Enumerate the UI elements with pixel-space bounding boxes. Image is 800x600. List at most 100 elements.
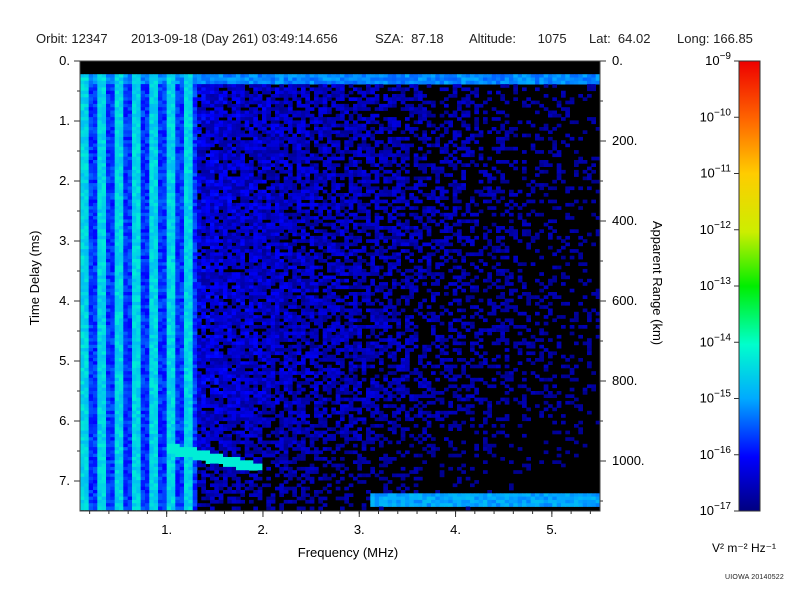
heatmap-cell <box>158 90 163 95</box>
heatmap-cell <box>223 143 228 148</box>
heatmap-cell <box>119 341 124 346</box>
heatmap-cell <box>127 245 133 250</box>
heatmap-cell <box>123 315 128 319</box>
heatmap-cell <box>93 453 98 458</box>
heatmap-cell <box>162 226 167 230</box>
heatmap-cell <box>175 222 180 227</box>
heatmap-cell <box>179 450 185 455</box>
heatmap-cell <box>175 414 180 418</box>
heatmap-cell <box>244 206 250 210</box>
heatmap-cell <box>227 117 232 121</box>
heatmap-cell <box>188 321 193 326</box>
heatmap-cell <box>114 103 120 108</box>
heatmap-cell <box>210 169 215 174</box>
heatmap-cell <box>218 364 224 369</box>
heatmap-cell <box>214 486 219 491</box>
heatmap-cell <box>93 163 98 167</box>
heatmap-cell <box>179 473 185 478</box>
heatmap-cell <box>110 328 115 332</box>
heatmap-cell <box>119 463 124 468</box>
heatmap-cell <box>93 232 98 237</box>
heatmap-cell <box>101 146 107 151</box>
heatmap-cell <box>136 94 141 98</box>
heatmap-cell <box>249 427 254 431</box>
heatmap-cell <box>179 466 185 471</box>
heatmap-cell <box>93 219 98 224</box>
heatmap-cell <box>201 443 206 448</box>
heatmap-cell <box>158 400 163 405</box>
heatmap-cell <box>231 212 237 217</box>
heatmap-cell <box>101 374 107 379</box>
heatmap-cell <box>175 308 180 313</box>
heatmap-cell <box>123 410 128 415</box>
heatmap-cell <box>197 166 202 171</box>
heatmap-cell <box>110 321 115 326</box>
heatmap-cell <box>140 77 146 82</box>
heatmap-cell <box>214 315 219 319</box>
heatmap-cell <box>218 457 224 461</box>
heatmap-cell <box>236 285 241 290</box>
heatmap-cell <box>223 245 228 250</box>
heatmap-cell <box>110 387 115 392</box>
heatmap-cell <box>214 212 219 217</box>
heatmap-cell <box>175 460 180 464</box>
heatmap-cell <box>175 301 180 306</box>
heatmap-cell <box>240 341 245 346</box>
heatmap-cell <box>106 166 111 171</box>
heatmap-cell <box>210 285 215 290</box>
heatmap-cell <box>184 344 189 349</box>
heatmap-cell <box>171 84 176 88</box>
heatmap-cell <box>218 410 224 415</box>
heatmap-cell <box>153 490 159 494</box>
heatmap-cell <box>93 77 98 82</box>
heatmap-cell <box>227 143 232 148</box>
heatmap-cell <box>114 321 120 326</box>
heatmap-cell <box>162 179 167 184</box>
heatmap-cell <box>231 285 237 290</box>
heatmap-cell <box>192 245 198 250</box>
heatmap-cell <box>84 173 89 177</box>
heatmap-cell <box>223 282 228 286</box>
heatmap-cell <box>93 87 98 92</box>
heatmap-cell <box>84 255 89 260</box>
heatmap-cell <box>192 301 198 306</box>
heatmap-cell <box>210 206 215 210</box>
heatmap-cell <box>84 506 89 511</box>
heatmap-cell <box>153 440 159 445</box>
heatmap-cell <box>223 140 228 144</box>
heatmap-cell <box>162 493 167 497</box>
heatmap-cell <box>97 183 102 187</box>
heatmap-cell <box>227 255 232 260</box>
heatmap-cell <box>166 84 172 88</box>
heatmap-cell <box>97 397 102 402</box>
heatmap-cell <box>136 235 141 240</box>
heatmap-cell <box>127 196 133 200</box>
heatmap-cell <box>80 301 85 306</box>
heatmap-cell <box>123 325 128 329</box>
heatmap-cell <box>249 348 254 352</box>
heatmap-cell <box>149 176 154 181</box>
heatmap-cell <box>132 173 137 177</box>
heatmap-cell <box>84 179 89 184</box>
heatmap-cell <box>218 74 224 78</box>
heatmap-cell <box>110 325 115 329</box>
heatmap-cell <box>231 160 237 164</box>
heatmap-cell <box>166 209 172 214</box>
heatmap-cell <box>119 160 124 164</box>
heatmap-cell <box>175 361 180 365</box>
heatmap-cell <box>231 358 237 362</box>
heatmap-cell <box>188 417 193 422</box>
heatmap-cell <box>231 84 237 88</box>
heatmap-cell <box>162 160 167 164</box>
heatmap-cell <box>101 387 107 392</box>
heatmap-cell <box>171 143 176 148</box>
heatmap-cell <box>192 407 198 412</box>
heatmap-cell <box>205 103 211 108</box>
heatmap-cell <box>205 457 211 461</box>
heatmap-cell <box>227 457 232 461</box>
heatmap-cell <box>240 463 245 468</box>
heatmap-cell <box>236 275 241 280</box>
heatmap-cell <box>184 305 189 309</box>
heatmap-cell <box>188 183 193 187</box>
heatmap-cell <box>119 166 124 171</box>
